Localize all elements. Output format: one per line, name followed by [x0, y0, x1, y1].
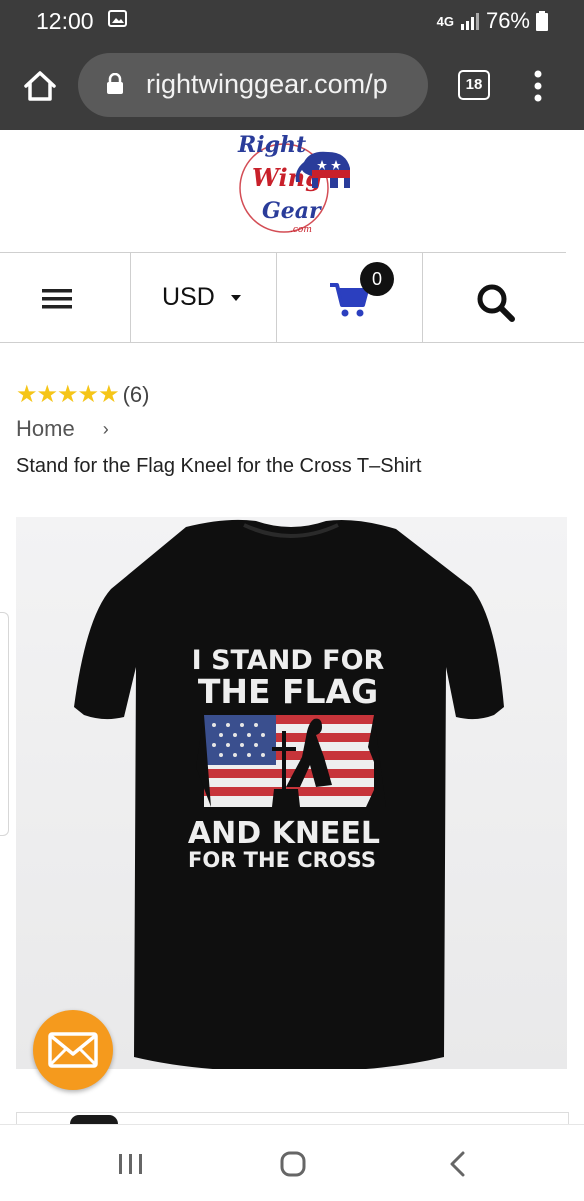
product-title: Stand for the Flag Kneel for the Cross T… [16, 455, 422, 477]
nav-divider [130, 253, 131, 342]
tshirt-image: I STAND FOR THE FLAG AND KNEEL FOR THE C… [16, 517, 567, 1069]
side-panel-handle[interactable] [0, 612, 9, 836]
thumbnail-peek [70, 1115, 118, 1124]
message-button[interactable] [33, 1010, 113, 1090]
system-navigation-bar [0, 1124, 584, 1201]
flag-graphic [196, 715, 386, 807]
product-image[interactable]: I STAND FOR THE FLAG AND KNEEL FOR THE C… [16, 517, 567, 1069]
svg-text:Right: Right [237, 132, 306, 158]
breadcrumb-home-link[interactable]: Home [16, 416, 75, 442]
tab-switcher-button[interactable]: 18 [458, 70, 490, 100]
chevron-right-icon: › [102, 418, 109, 439]
status-indicators: 4G 76% [437, 8, 548, 34]
site-logo[interactable]: Right Wing Gear .com [232, 130, 358, 238]
address-bar[interactable]: rightwinggear.com/p [78, 53, 428, 117]
svg-text:.com: .com [290, 225, 312, 235]
review-count: (6) [122, 381, 150, 407]
shirt-text-line2: THE FLAG [198, 672, 378, 711]
back-icon[interactable] [448, 1151, 466, 1177]
recent-apps-icon[interactable] [118, 1153, 144, 1175]
status-time: 12:00 [36, 8, 94, 34]
nav-divider [422, 253, 423, 342]
signal-icon [460, 13, 479, 30]
currency-selector[interactable]: USD [162, 283, 241, 312]
url-text: rightwinggear.com/p [146, 69, 388, 99]
image-notification-icon [108, 10, 127, 27]
product-rating[interactable]: ★★★★★ (6) [16, 380, 149, 409]
cart-count-badge: 0 [360, 262, 394, 296]
search-icon[interactable] [474, 281, 518, 325]
more-options-icon[interactable] [530, 68, 546, 104]
home-nav-icon[interactable] [280, 1151, 306, 1177]
browser-toolbar: rightwinggear.com/p 18 [0, 42, 584, 130]
caret-down-icon [230, 294, 241, 301]
network-icon: 4G [436, 13, 454, 29]
svg-text:Gear: Gear [262, 198, 322, 224]
currency-label: USD [162, 283, 215, 311]
shirt-text-line4: FOR THE CROSS [188, 848, 376, 872]
status-bar: 12:00 4G 76% [0, 0, 584, 42]
breadcrumb: Home › [16, 416, 109, 442]
hamburger-menu-icon[interactable] [42, 289, 72, 309]
star-rating-icon: ★★★★★ [16, 381, 120, 408]
battery-icon [536, 11, 548, 31]
lock-icon [107, 73, 123, 94]
battery-percent: 76% [485, 8, 530, 33]
site-header: Right Wing Gear .com [0, 130, 584, 252]
home-icon[interactable] [20, 66, 60, 106]
store-navbar: USD 0 [0, 253, 584, 343]
envelope-icon [48, 1032, 98, 1068]
nav-divider [276, 253, 277, 342]
shirt-text-line3: AND KNEEL [188, 816, 380, 851]
